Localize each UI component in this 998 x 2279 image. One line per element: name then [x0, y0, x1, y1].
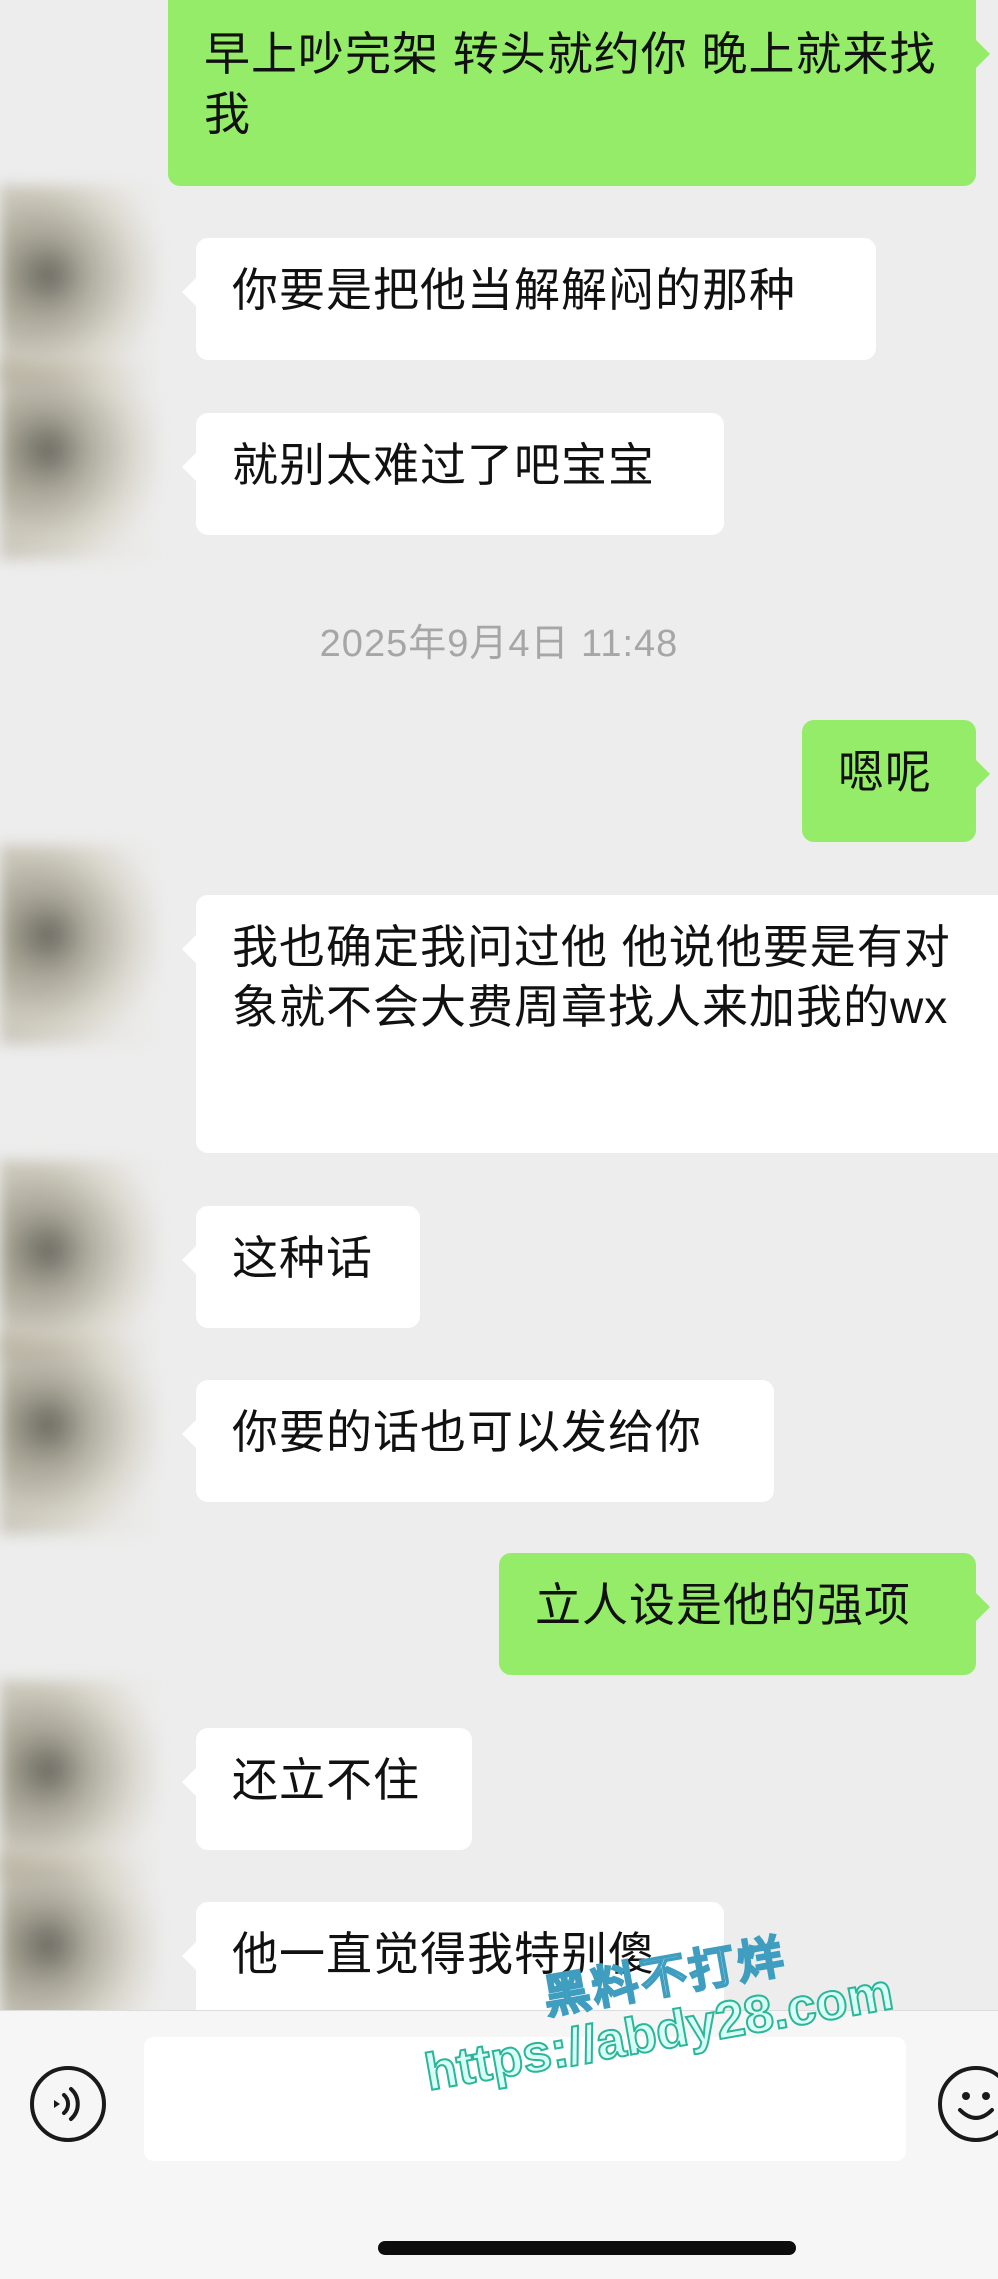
message-text: 我也确定我问过他 他说他要是有对象就不会大费周章找人来加我的wx — [232, 921, 951, 1033]
avatar[interactable] — [0, 185, 160, 385]
avatar[interactable] — [0, 845, 160, 1045]
avatar[interactable] — [0, 1855, 160, 2010]
message-bubble-incoming[interactable]: 你要的话也可以发给你 — [182, 1380, 774, 1502]
voice-icon[interactable] — [30, 2066, 106, 2142]
message-bubble-outgoing[interactable]: 早上吵完架 转头就约你 晚上就来找我 — [168, 0, 990, 186]
message-text: 这种话 — [232, 1232, 373, 1284]
chat-area: 早上吵完架 转头就约你 晚上就来找我 你要是把他当解解闷的那种 就别太难过了吧宝… — [0, 0, 998, 2010]
avatar[interactable] — [0, 1680, 160, 1880]
message-bubble-incoming[interactable]: 这种话 — [182, 1206, 420, 1328]
message-text: 立人设是他的强项 — [535, 1579, 911, 1631]
message-bubble-incoming[interactable]: 就别太难过了吧宝宝 — [182, 413, 724, 535]
message-bubble-incoming[interactable]: 我也确定我问过他 他说他要是有对象就不会大费周章找人来加我的wx — [182, 895, 998, 1153]
message-input[interactable] — [144, 2037, 906, 2161]
message-text: 你要是把他当解解闷的那种 — [232, 264, 796, 316]
home-indicator[interactable] — [378, 2241, 796, 2255]
message-bubble-incoming[interactable]: 他一直觉得我特别傻 — [182, 1902, 724, 2010]
message-text: 嗯呢 — [838, 746, 932, 798]
message-text: 他一直觉得我特别傻 — [232, 1928, 655, 1980]
avatar[interactable] — [0, 1160, 160, 1360]
message-bubble-outgoing[interactable]: 立人设是他的强项 — [499, 1553, 990, 1675]
message-text: 你要的话也可以发给你 — [232, 1406, 702, 1458]
avatar[interactable] — [0, 1335, 160, 1535]
message-timestamp: 2025年9月4日 11:48 — [319, 623, 679, 665]
message-bubble-incoming[interactable]: 你要是把他当解解闷的那种 — [182, 238, 876, 360]
message-text: 早上吵完架 转头就约你 晚上就来找我 — [204, 28, 937, 140]
message-bubble-outgoing[interactable]: 嗯呢 — [802, 720, 990, 842]
emoji-icon[interactable] — [938, 2066, 998, 2142]
avatar[interactable] — [0, 360, 160, 560]
input-bar — [0, 2010, 998, 2279]
message-text: 还立不住 — [232, 1754, 420, 1806]
message-bubble-incoming[interactable]: 还立不住 — [182, 1728, 472, 1850]
message-text: 就别太难过了吧宝宝 — [232, 439, 655, 491]
